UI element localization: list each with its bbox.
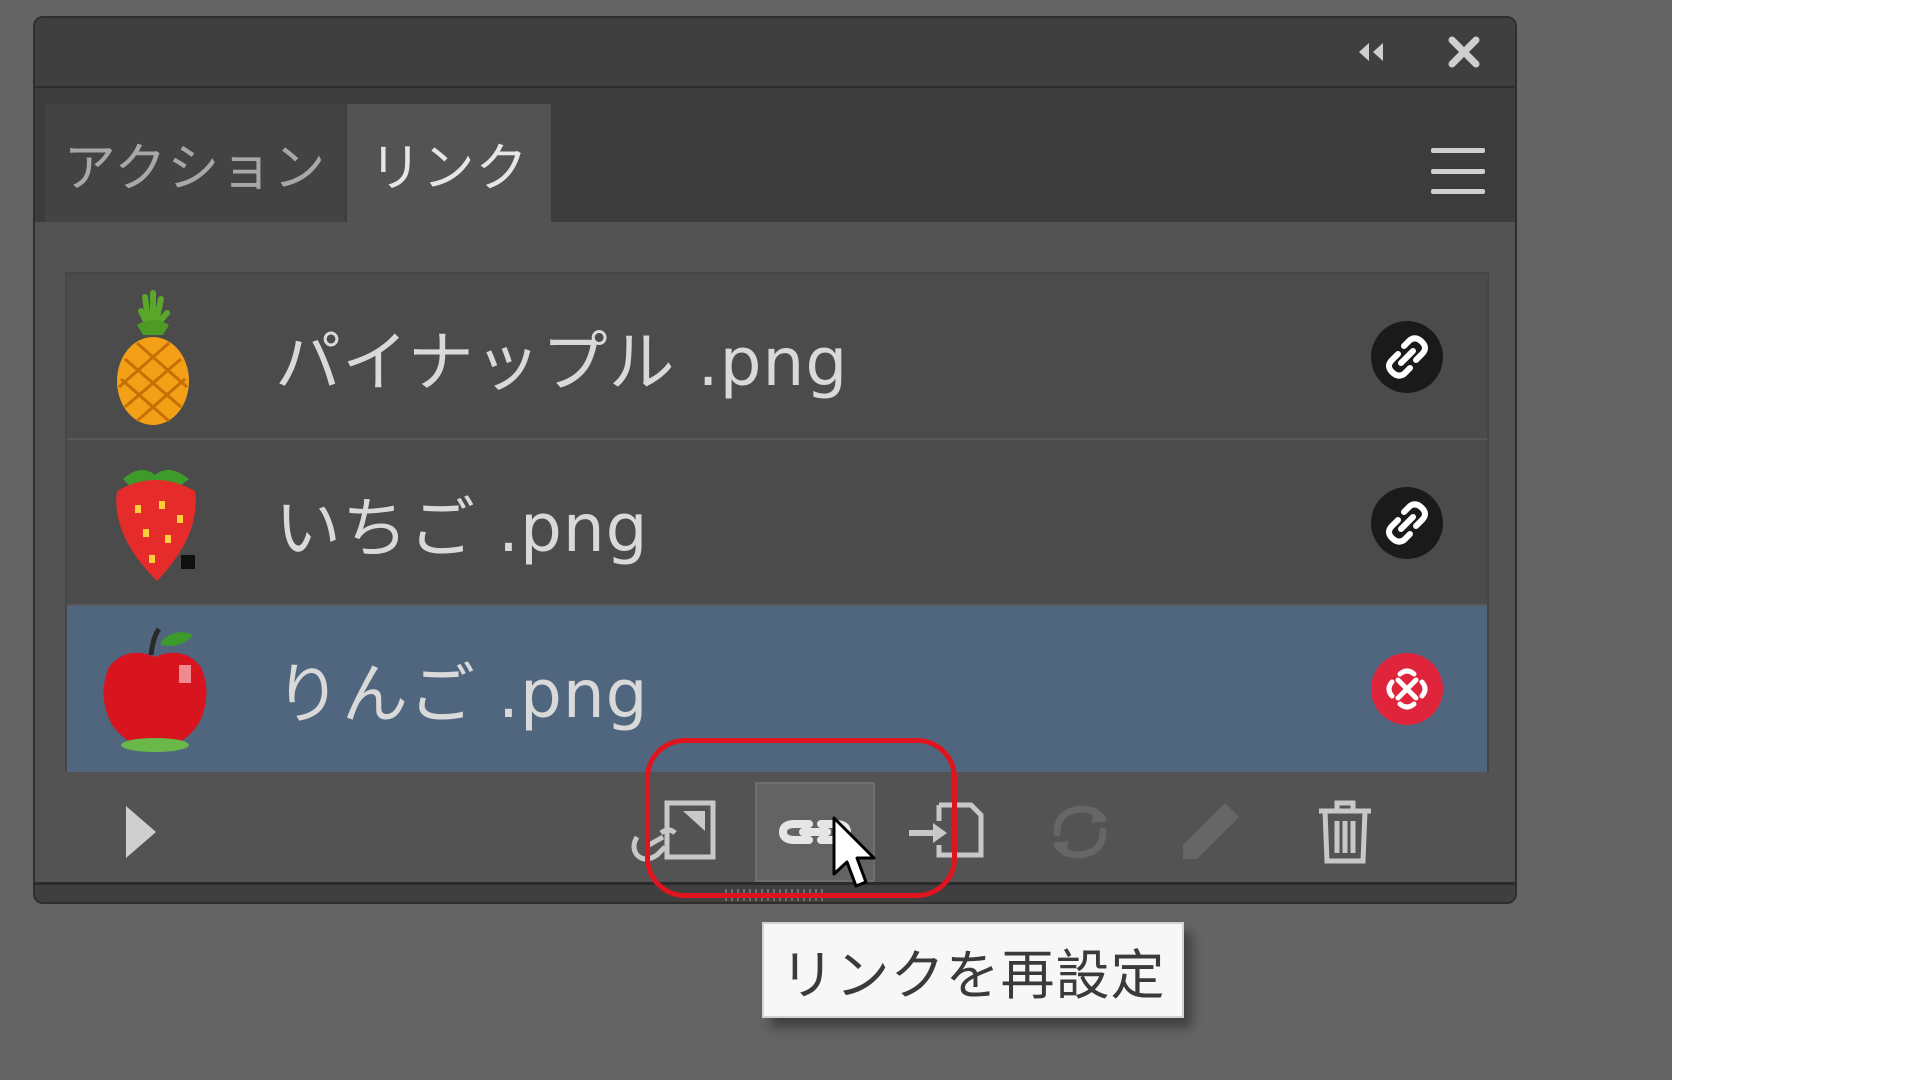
- update-link-button: [1020, 782, 1140, 882]
- collapse-panel-button[interactable]: [1343, 30, 1399, 74]
- links-list: パイナップル .png いちご .png りんご .png: [65, 272, 1489, 772]
- tab-actions[interactable]: アクション: [45, 104, 345, 222]
- strawberry-thumbnail-icon: [116, 469, 196, 581]
- double-chevron-left-icon: [1359, 43, 1383, 61]
- menu-icon: [1431, 168, 1485, 174]
- link-file-name: りんご .png: [275, 656, 649, 733]
- disclosure-triangle-icon: [126, 806, 156, 858]
- trash-icon: [1319, 800, 1371, 864]
- apple-thumbnail-icon: [103, 627, 207, 752]
- list-item[interactable]: パイナップル .png: [67, 274, 1487, 440]
- update-link-icon: [1053, 805, 1107, 859]
- menu-icon: [1431, 189, 1485, 194]
- list-item[interactable]: いちご .png: [67, 440, 1487, 606]
- linked-icon: [1371, 487, 1443, 559]
- missing-link-icon: [1371, 653, 1443, 725]
- panel-tabbar: アクション リンク: [35, 88, 1515, 222]
- show-link-info-button[interactable]: [105, 782, 175, 882]
- panel-titlebar[interactable]: [35, 18, 1515, 88]
- pencil-icon: [1183, 803, 1239, 859]
- link-file-name: いちご .png: [275, 490, 649, 567]
- pineapple-thumbnail-icon: [117, 290, 189, 425]
- tab-label: リンク: [369, 138, 529, 199]
- edit-original-button: [1150, 782, 1270, 882]
- menu-icon: [1431, 148, 1485, 153]
- linked-icon: [1371, 321, 1443, 393]
- tooltip-text: リンクを再設定: [780, 943, 1166, 1007]
- link-file-name: パイナップル .png: [275, 324, 849, 401]
- tab-label: アクション: [63, 138, 327, 199]
- mouse-pointer-icon: [832, 816, 876, 888]
- close-panel-button[interactable]: [1439, 30, 1489, 74]
- close-icon: [1448, 36, 1480, 68]
- tab-links[interactable]: リンク: [347, 104, 551, 222]
- annotation-highlight: [645, 738, 957, 898]
- panel-menu-button[interactable]: [1431, 148, 1485, 194]
- tooltip: リンクを再設定: [762, 922, 1184, 1018]
- delete-button[interactable]: [1285, 782, 1405, 882]
